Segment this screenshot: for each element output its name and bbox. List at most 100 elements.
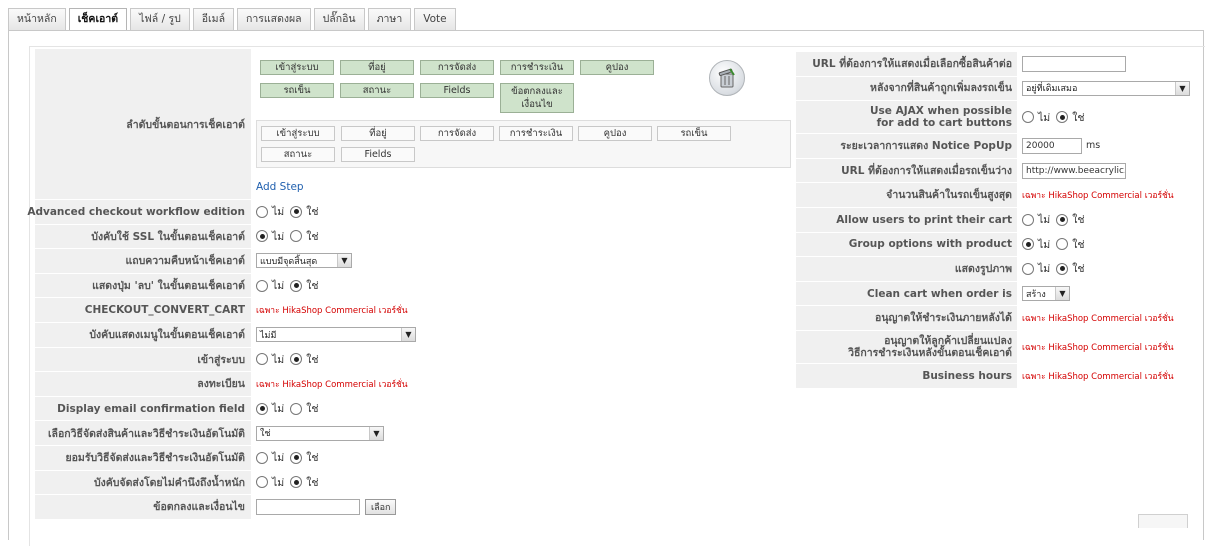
tab-vote[interactable]: Vote (414, 8, 456, 30)
force-menu-select[interactable]: ไม่มี ▼ (256, 327, 416, 343)
radio-yes[interactable]: ใช่ (1056, 211, 1084, 228)
row-notice-popup: ระยะเวลาการแสดง Notice PopUp 20000 ms (796, 134, 1201, 159)
label-force-shipping: บังคับจัดส่งโดยไม่คำนึงถึงน้ำหนัก (35, 470, 251, 495)
row-show-delete: แสดงปุ่ม 'ลบ' ในขั้นตอนเช็คเอาต์ ไม่ ใช่ (35, 273, 435, 299)
label-auto-submit: ยอมรับวิธีจัดส่งและวิธีชำระเงินอัตโนมัติ (35, 445, 251, 470)
row-force-shipping: บังคับจัดส่งโดยไม่คำนึงถึงน้ำหนัก ไม่ ใช… (35, 470, 435, 496)
step1-address[interactable]: ที่อยู่ (340, 60, 414, 75)
label-force-menu: บังคับแสดงเมนูในขั้นตอนเช็คเอาต์ (35, 322, 251, 347)
step2-login[interactable]: เข้าสู่ระบบ (261, 126, 335, 141)
tab-email[interactable]: อีเมล์ (192, 8, 235, 30)
tab-checkout[interactable]: เช็คเอาต์ (68, 8, 128, 32)
row-force-ssl: บังคับใช้ SSL ในขั้นตอนเช็คเอาต์ ไม่ ใช่ (35, 224, 435, 250)
step1-login[interactable]: เข้าสู่ระบบ (260, 60, 334, 75)
step2-status[interactable]: สถานะ (261, 147, 335, 162)
commercial-only-note: เฉพาะ HikaShop Commercial เวอร์ชั่น (256, 379, 408, 390)
step2-address[interactable]: ที่อยู่ (341, 126, 415, 141)
radio-no[interactable]: ไม่ (256, 228, 284, 245)
radio-no[interactable]: ไม่ (1022, 109, 1050, 126)
row-force-menu: บังคับแสดงเมนูในขั้นตอนเช็คเอาต์ ไม่มี ▼ (35, 322, 435, 348)
step2-fields[interactable]: Fields (341, 147, 415, 162)
radio-yes[interactable]: ใช่ (1056, 236, 1084, 253)
tab-display[interactable]: การแสดงผล (237, 8, 311, 30)
row-show-image: แสดงรูปภาพ ไม่ ใช่ (796, 257, 1201, 282)
radio-no[interactable]: ไม่ (1022, 236, 1050, 253)
step2-payment[interactable]: การชำระเงิน (499, 126, 573, 141)
label-url-empty-cart: URL ที่ต้องการให้แสดงเมื่อรถเข็นว่าง (796, 158, 1017, 183)
tab-plugins[interactable]: ปลั๊กอิน (313, 8, 365, 30)
step1-shipping[interactable]: การจัดส่ง (420, 60, 494, 75)
step1-coupon[interactable]: คูปอง (580, 60, 654, 75)
label-group-options: Group options with product (796, 232, 1017, 257)
url-empty-cart-input[interactable]: http://www.beeacrylic. (1022, 162, 1126, 179)
tab-language[interactable]: ภาษา (367, 8, 412, 30)
label-after-add-to-cart: หลังจากที่สินค้าถูกเพิ่มลงรถเข็น (796, 76, 1017, 101)
notice-popup-unit: ms (1086, 140, 1101, 152)
label-show-delete: แสดงปุ่ม 'ลบ' ในขั้นตอนเช็คเอาต์ (35, 273, 251, 298)
radio-no[interactable]: ไม่ (256, 203, 284, 220)
row-use-ajax: Use AJAX when possible for add to cart bu… (796, 101, 1201, 135)
radio-no[interactable]: ไม่ (256, 449, 284, 466)
label-allow-pay-later: อนุญาตให้ชำระเงินภายหลังได้ (796, 306, 1017, 330)
radio-yes[interactable]: ใช่ (290, 228, 318, 245)
label-notice-popup: ระยะเวลาการแสดง Notice PopUp (796, 134, 1017, 158)
step1-status[interactable]: สถานะ (340, 83, 414, 98)
step2-shipping[interactable]: การจัดส่ง (420, 126, 494, 141)
commercial-only-note: เฉพาะ HikaShop Commercial เวอร์ชั่น (1022, 191, 1174, 202)
step1-fields[interactable]: Fields (420, 83, 494, 98)
progress-bar-select[interactable]: แบบมีจุดสิ้นสุด ▼ (256, 253, 352, 269)
trash-icon[interactable] (709, 60, 745, 96)
terms-input[interactable] (256, 498, 360, 515)
label-checkout-steps: ลำดับขั้นตอนการเช็คเอาต์ (35, 49, 251, 199)
label-advanced-workflow: Advanced checkout workflow edition (27, 200, 251, 224)
commercial-only-note: เฉพาะ HikaShop Commercial เวอร์ชั่น (1022, 314, 1174, 325)
radio-yes[interactable]: ใช่ (290, 277, 318, 294)
radio-yes[interactable]: ใช่ (290, 474, 318, 491)
step2-dropzone[interactable]: เข้าสู่ระบบ ที่อยู่ การจัดส่ง การชำระเงิ… (256, 120, 791, 168)
label-progress-bar: แถบความคืบหน้าเช็คเอาต์ (35, 249, 251, 273)
add-step-link[interactable]: Add Step (256, 181, 304, 193)
auto-select-select[interactable]: ใช่ ▼ (256, 425, 384, 441)
tab-main[interactable]: หน้าหลัก (8, 8, 66, 30)
row-group-options: Group options with product ไม่ ใช่ (796, 232, 1201, 258)
row-allow-pay-later: อนุญาตให้ชำระเงินภายหลังได้ เฉพาะ HikaSh… (796, 306, 1201, 331)
row-login: เข้าสู่ระบบ ไม่ ใช่ (35, 347, 435, 373)
row-after-add-to-cart: หลังจากที่สินค้าถูกเพิ่มลงรถเข็น อยู่ที่… (796, 76, 1201, 102)
radio-no[interactable]: ไม่ (256, 400, 284, 417)
radio-yes[interactable]: ใช่ (1056, 109, 1084, 126)
radio-no[interactable]: ไม่ (256, 351, 284, 368)
email-confirm-radios: ไม่ ใช่ (256, 397, 324, 421)
radio-no[interactable]: ไม่ (256, 474, 284, 491)
row-terms: ข้อตกลงและเงื่อนไข เลือก (35, 495, 435, 520)
chevron-down-icon: ▼ (1055, 287, 1069, 301)
label-use-ajax: Use AJAX when possible for add to cart bu… (796, 101, 1017, 134)
radio-yes[interactable]: ใช่ (290, 449, 318, 466)
right-settings-table: URL ที่ต้องการให้แสดงเมื่อเลือกซื้อสินค้… (796, 52, 1201, 389)
step2-cart[interactable]: รถเข็น (657, 126, 731, 141)
radio-yes[interactable]: ใช่ (290, 400, 318, 417)
radio-no[interactable]: ไม่ (1022, 211, 1050, 228)
step1-cart[interactable]: รถเข็น (260, 83, 334, 98)
label-terms: ข้อตกลงและเงื่อนไข (35, 495, 251, 519)
url-after-checkout-input[interactable] (1022, 55, 1126, 72)
clean-cart-select[interactable]: สร้าง ▼ (1022, 286, 1070, 302)
radio-no[interactable]: ไม่ (1022, 260, 1050, 277)
radio-yes[interactable]: ใช่ (290, 351, 318, 368)
login-radios: ไม่ ใช่ (256, 348, 324, 372)
after-add-to-cart-select[interactable]: อยู่ที่เดิมเสมอ ▼ (1022, 80, 1190, 96)
tab-bar: หน้าหลัก เช็คเอาต์ ไฟล์ / รูป อีเมล์ การ… (8, 8, 459, 32)
radio-yes[interactable]: ใช่ (290, 203, 318, 220)
label-login: เข้าสู่ระบบ (35, 347, 251, 372)
terms-select-button[interactable]: เลือก (365, 498, 397, 515)
step2-coupon[interactable]: คูปอง (578, 126, 652, 141)
step1-payment[interactable]: การชำระเงิน (500, 60, 574, 75)
tab-files-images[interactable]: ไฟล์ / รูป (130, 8, 190, 30)
chevron-down-icon: ▼ (1175, 81, 1189, 95)
radio-no[interactable]: ไม่ (256, 277, 284, 294)
row-allow-change-payment: อนุญาตให้ลูกค้าเปลี่ยนแปลง วิธีการชำระเงิ… (796, 330, 1201, 364)
step1-terms[interactable]: ข้อตกลงและเงื่อนไข (500, 83, 574, 113)
radio-yes[interactable]: ใช่ (1056, 260, 1084, 277)
row-register: ลงทะเบียน เฉพาะ HikaShop Commercial เวอร… (35, 372, 435, 397)
label-print-cart: Allow users to print their cart (796, 207, 1017, 232)
notice-popup-input[interactable]: 20000 (1022, 137, 1082, 154)
